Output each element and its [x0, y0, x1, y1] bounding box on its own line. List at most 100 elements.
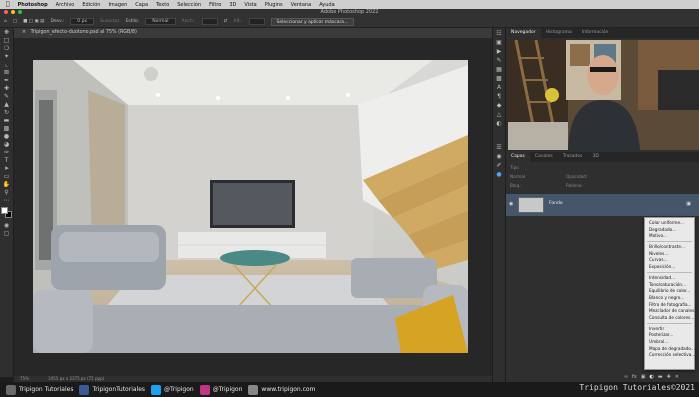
document-tab[interactable]: × Tripigon_efecto-duotono.psd al 75% (RG… [14, 28, 492, 38]
context-menu-item[interactable]: Degradado... [645, 227, 694, 234]
dodge-tool-icon[interactable]: ◕ [3, 142, 11, 148]
type-tool-icon[interactable]: T [3, 158, 11, 164]
height-input[interactable] [248, 18, 265, 25]
paragraph-icon[interactable]: ¶ [495, 94, 503, 100]
width-input[interactable] [201, 18, 218, 25]
context-menu-item[interactable]: Equilibrio de color... [645, 288, 694, 295]
context-menu-item[interactable]: Motivo... [645, 233, 694, 240]
menu-app[interactable]: Photoshop [14, 2, 52, 8]
tab-channels[interactable]: Canales [530, 152, 558, 162]
tab-info[interactable]: Información [577, 28, 614, 38]
stamp-tool-icon[interactable]: ▲ [3, 102, 11, 108]
context-menu-item[interactable]: Mezclador de canales... [645, 308, 698, 315]
path-select-icon[interactable]: ➤ [3, 166, 11, 172]
shape-tool-icon[interactable]: ▭ [3, 174, 11, 180]
layer-name[interactable]: Fondo [549, 201, 563, 206]
screen-mode-icon[interactable]: ▢ [3, 231, 11, 237]
menu-item[interactable]: Plugins [261, 2, 287, 8]
close-tab-icon[interactable]: × [22, 30, 26, 35]
menu-item[interactable]: Texto [152, 2, 173, 8]
blend-mode-select[interactable]: Normal [510, 174, 525, 179]
swatches-icon[interactable]: ▦ [495, 67, 503, 73]
menu-item[interactable]: Capa [131, 2, 152, 8]
properties-icon[interactable]: ▣ [495, 40, 503, 46]
eyedropper-tool-icon[interactable]: ✒ [3, 78, 11, 84]
channels-icon[interactable]: ◉ [495, 154, 503, 160]
learn-icon[interactable]: ● [495, 172, 503, 178]
lasso-tool-icon[interactable]: ❍ [3, 46, 11, 52]
context-menu-item[interactable]: Brillo/contraste... [645, 244, 694, 251]
context-menu-item[interactable]: Umbral... [645, 339, 694, 346]
new-layer-icon[interactable]: ✚ [667, 374, 671, 380]
link-icon[interactable]: ∞ [624, 374, 628, 380]
apple-icon[interactable]:  [0, 1, 14, 8]
menu-item[interactable]: Archivo [52, 2, 79, 8]
eye-icon[interactable]: ◉ [509, 201, 513, 207]
libraries-icon[interactable]: ▩ [495, 76, 503, 82]
select-mask-button[interactable]: Seleccionar y aplicar máscara... [270, 17, 355, 26]
history-brush-icon[interactable]: ↻ [3, 110, 11, 116]
context-menu-item[interactable]: Color uniforme... [645, 220, 694, 227]
zoom-tool-icon[interactable]: ⚲ [3, 190, 11, 196]
smooth-checkbox[interactable]: Suavizar [100, 19, 119, 24]
zoom-readout[interactable]: 75% [20, 376, 29, 381]
maximize-icon[interactable] [18, 10, 22, 14]
menu-item[interactable]: Imagen [104, 2, 131, 8]
magic-wand-tool-icon[interactable]: ✦ [3, 54, 11, 60]
selection-mode-icons[interactable]: ■ □ ▣ ▤ [23, 19, 44, 24]
marquee-icon[interactable]: □ [13, 19, 17, 24]
swap-icon[interactable]: ⇄ [224, 19, 228, 24]
tab-navigator[interactable]: Navegador [506, 28, 541, 38]
style-select[interactable]: Normal [145, 18, 176, 25]
gradient-tool-icon[interactable]: ▩ [3, 126, 11, 132]
layers-icon[interactable]: ☰ [495, 145, 503, 151]
context-menu-item[interactable]: Corrección selectiva... [645, 352, 695, 359]
close-icon[interactable] [4, 10, 8, 14]
glyphs-icon[interactable]: ◆ [495, 103, 503, 109]
play-icon[interactable]: ▶ [495, 49, 503, 55]
color-swatches[interactable] [0, 207, 13, 221]
brush-settings-icon[interactable]: ✎ [495, 58, 503, 64]
layer-filter-label[interactable]: Tipo [510, 165, 519, 170]
menu-item[interactable]: Selección [173, 2, 205, 8]
paths-icon[interactable]: ✐ [495, 163, 503, 169]
context-menu-item[interactable]: Curvas... [645, 257, 694, 264]
character-icon[interactable]: A [495, 85, 503, 91]
context-menu-item[interactable]: Posterizar... [645, 332, 694, 339]
home-icon[interactable]: ⌂ [4, 19, 7, 24]
context-menu-item[interactable]: Intensidad... [645, 275, 694, 282]
adjustments-icon[interactable]: ◐ [495, 121, 503, 127]
tab-layers[interactable]: Capas [506, 152, 530, 162]
menu-item[interactable]: 3D [225, 2, 240, 8]
context-menu-item[interactable]: Niveles... [645, 251, 694, 258]
layer-row-fondo[interactable]: ◉ Fondo ▣ [506, 194, 699, 216]
minimize-icon[interactable] [11, 10, 15, 14]
mask-icon[interactable]: ▣ [641, 374, 646, 380]
menu-item[interactable]: Edición [78, 2, 104, 8]
history-icon[interactable]: ☷ [495, 31, 503, 37]
context-menu-item[interactable]: Exposición... [645, 264, 694, 271]
hand-tool-icon[interactable]: ✋ [3, 182, 11, 188]
menu-item[interactable]: Ayuda [315, 2, 338, 8]
adjustment-layer-icon[interactable]: ◐ [649, 374, 653, 380]
move-tool-icon[interactable]: ✥ [3, 30, 11, 36]
tab-paths[interactable]: Trazados [558, 152, 588, 162]
menu-item[interactable]: Filtro [205, 2, 225, 8]
lock-icon[interactable]: ▣ [686, 201, 691, 207]
marquee-tool-icon[interactable]: □ [3, 38, 11, 44]
brush-tool-icon[interactable]: ✎ [3, 94, 11, 100]
healing-tool-icon[interactable]: ✚ [3, 86, 11, 92]
menu-item[interactable]: Vista [240, 2, 260, 8]
document-image[interactable] [33, 60, 468, 353]
tab-histogram[interactable]: Histograma [541, 28, 577, 38]
context-menu-item[interactable]: Mapa de degradado... [645, 346, 695, 353]
tab-3d[interactable]: 3D [588, 152, 604, 162]
group-icon[interactable]: ▬ [658, 374, 663, 380]
blur-tool-icon[interactable]: ● [3, 134, 11, 140]
eraser-tool-icon[interactable]: ▬ [3, 118, 11, 124]
more-tools-icon[interactable]: ⋯ [3, 198, 11, 204]
context-menu-item[interactable]: Filtro de fotografía... [645, 302, 694, 309]
frame-tool-icon[interactable]: ⊠ [3, 70, 11, 76]
context-menu-item[interactable]: Invertir [645, 326, 694, 333]
context-menu-item[interactable]: Consulta de colores... [645, 315, 694, 322]
